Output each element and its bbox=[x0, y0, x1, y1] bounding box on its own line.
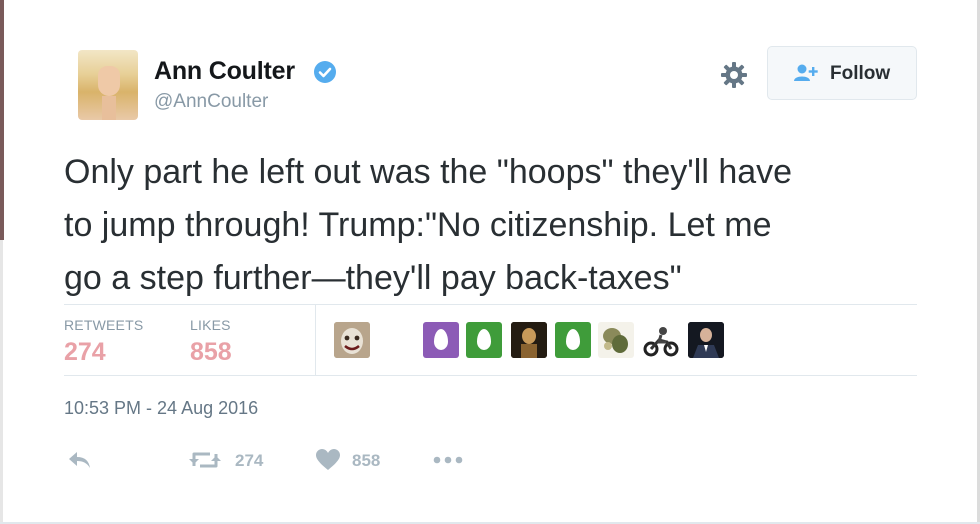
reply-icon[interactable] bbox=[66, 448, 94, 472]
more-options-icon[interactable] bbox=[432, 448, 464, 472]
gear-icon[interactable] bbox=[719, 60, 749, 90]
follow-button-label: Follow bbox=[830, 63, 891, 84]
liker-avatar[interactable] bbox=[334, 322, 370, 358]
egg-avatar-icon bbox=[434, 329, 448, 350]
avatar-neck bbox=[102, 96, 116, 120]
follow-button[interactable]: Follow bbox=[767, 46, 917, 100]
add-user-icon bbox=[793, 63, 821, 83]
liker-avatar[interactable] bbox=[555, 322, 591, 358]
retweet-icon[interactable] bbox=[188, 448, 222, 472]
divider bbox=[64, 304, 917, 305]
tweet-card: Ann Coulter @AnnCoulter Follow Only part… bbox=[0, 0, 980, 524]
user-handle[interactable]: @AnnCoulter bbox=[154, 91, 268, 113]
avatar-face bbox=[98, 66, 120, 96]
retweets-label[interactable]: RETWEETS bbox=[64, 317, 143, 333]
retweets-count[interactable]: 274 bbox=[64, 338, 106, 367]
tweet-timestamp[interactable]: 10:53 PM - 24 Aug 2016 bbox=[64, 398, 258, 419]
likes-count[interactable]: 858 bbox=[190, 338, 232, 367]
divider bbox=[64, 375, 917, 376]
like-action-count[interactable]: 858 bbox=[352, 451, 380, 471]
heart-icon[interactable] bbox=[315, 448, 341, 472]
stats-divider bbox=[315, 305, 316, 375]
egg-avatar-icon bbox=[477, 329, 491, 350]
liker-avatar[interactable] bbox=[423, 322, 459, 358]
liker-avatar[interactable] bbox=[511, 322, 547, 358]
liker-avatar[interactable] bbox=[598, 322, 634, 358]
retweet-action-count[interactable]: 274 bbox=[235, 451, 263, 471]
avatar[interactable] bbox=[78, 50, 138, 120]
liker-avatar[interactable] bbox=[688, 322, 724, 358]
liker-avatar[interactable] bbox=[466, 322, 502, 358]
verified-badge-icon bbox=[314, 61, 336, 83]
egg-avatar-icon bbox=[566, 329, 580, 350]
liker-avatar[interactable] bbox=[643, 322, 679, 358]
likes-label[interactable]: LIKES bbox=[190, 317, 231, 333]
tweet-text: Only part he left out was the "hoops" th… bbox=[64, 153, 793, 297]
display-name[interactable]: Ann Coulter bbox=[154, 57, 295, 86]
